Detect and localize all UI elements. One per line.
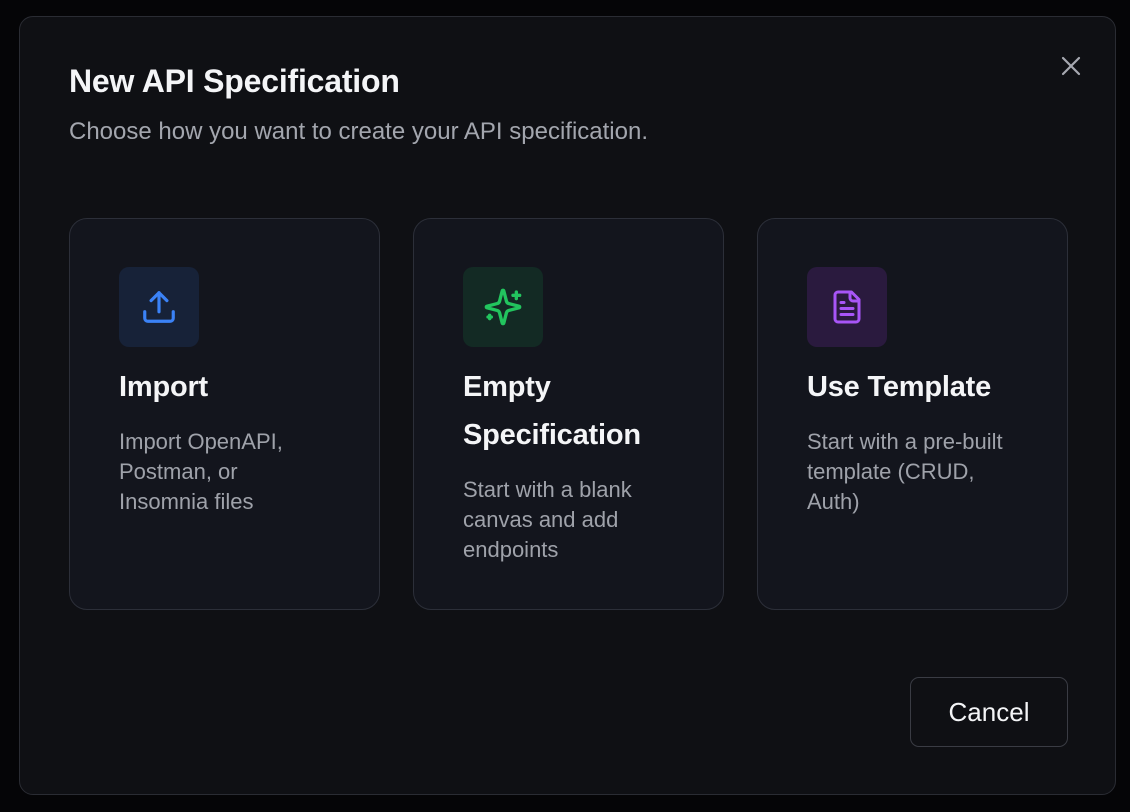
upload-icon xyxy=(143,291,175,323)
empty-spec-description: Start with a blank canvas and add endpoi… xyxy=(463,477,632,562)
template-title: Use Template xyxy=(807,371,992,403)
empty-spec-option-card[interactable]: Empty Specification Start with a blank c… xyxy=(413,218,724,610)
file-text-icon xyxy=(833,290,861,324)
import-icon-tile xyxy=(119,267,199,347)
empty-spec-title: Empty Specification xyxy=(463,371,641,451)
template-option-card[interactable]: Use Template Start with a pre-built temp… xyxy=(757,218,1068,610)
new-api-spec-dialog: New API Specification Choose how you wan… xyxy=(19,16,1116,795)
option-cards: Import Import OpenAPI, Postman, or Insom… xyxy=(69,218,1068,610)
close-icon xyxy=(1061,56,1081,76)
import-title: Import xyxy=(119,371,209,403)
import-option-card[interactable]: Import Import OpenAPI, Postman, or Insom… xyxy=(69,218,380,610)
template-icon-tile xyxy=(807,267,887,347)
cancel-button[interactable]: Cancel xyxy=(910,677,1068,747)
empty-spec-icon-tile xyxy=(463,267,543,347)
close-button[interactable] xyxy=(1056,51,1086,81)
sparkles-icon xyxy=(484,288,522,326)
import-description: Import OpenAPI, Postman, or Insomnia fil… xyxy=(119,429,283,514)
template-description: Start with a pre-built template (CRUD, A… xyxy=(807,429,1003,514)
dialog-title: New API Specification xyxy=(69,63,400,99)
dialog-subtitle: Choose how you want to create your API s… xyxy=(69,118,648,145)
